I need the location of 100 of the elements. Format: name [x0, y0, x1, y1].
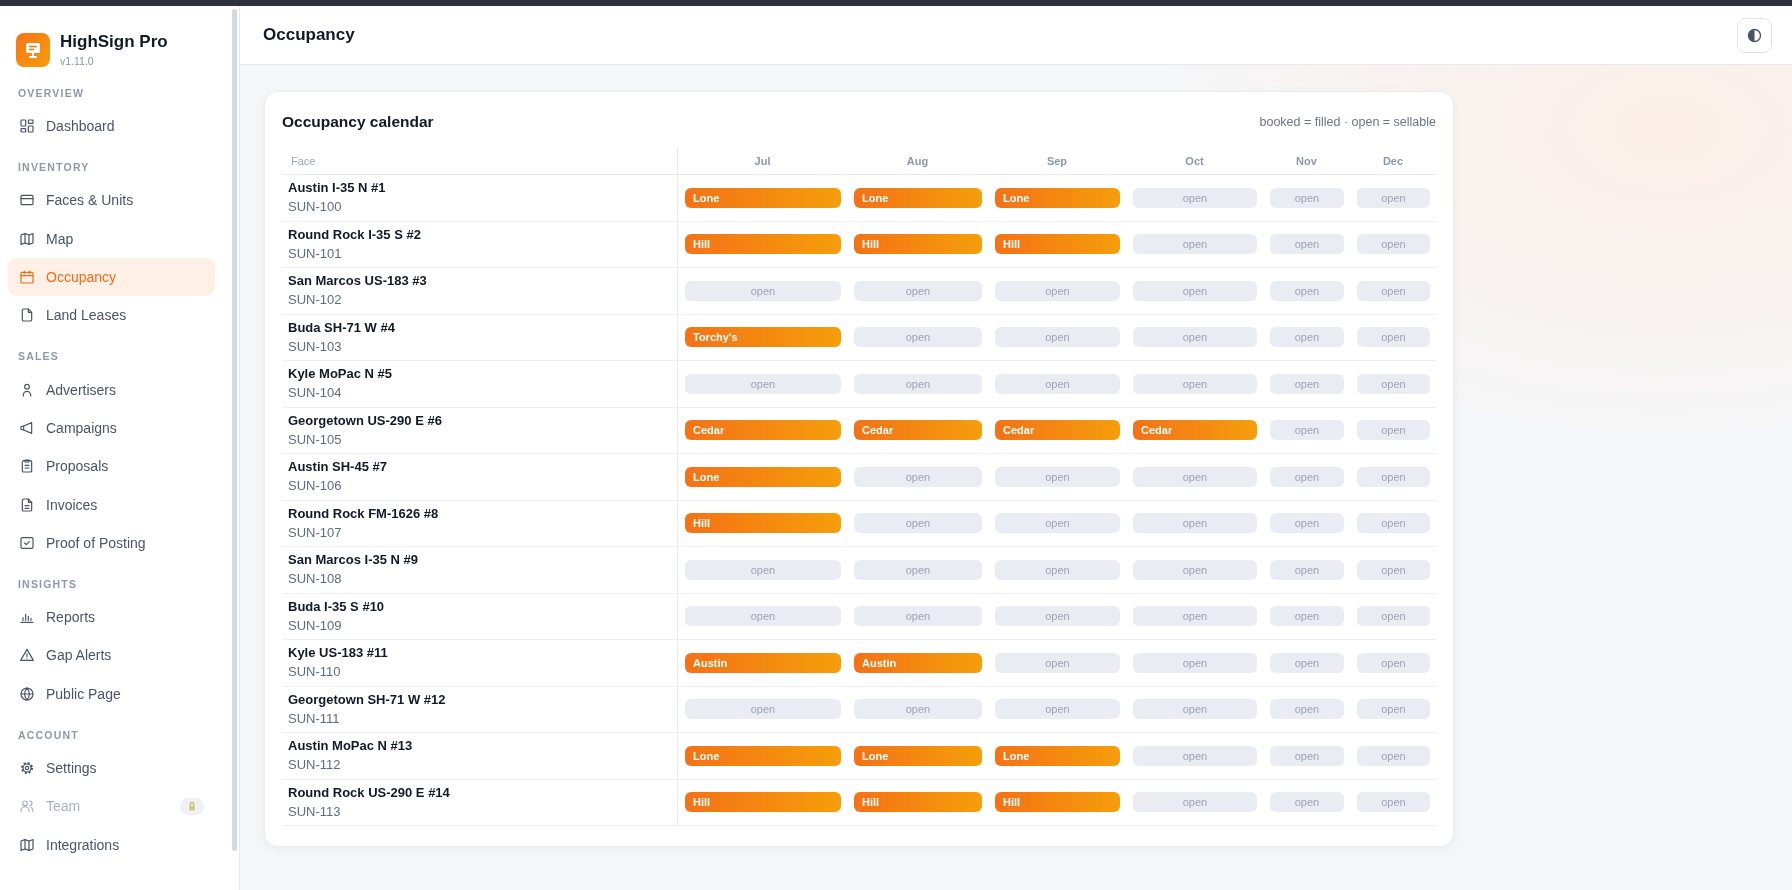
open-slot: open: [1133, 327, 1257, 348]
face-name: Kyle MoPac N #5: [288, 365, 393, 384]
nav-item[interactable]: Proof of Posting: [8, 523, 215, 562]
open-slot: open: [995, 327, 1120, 348]
open-slot: open: [1270, 652, 1344, 673]
open-slot: open: [1357, 466, 1430, 487]
open-slot: open: [1133, 234, 1257, 255]
open-slot: open: [1357, 420, 1430, 441]
nav-item[interactable]: Map: [8, 219, 215, 258]
map-icon: [19, 836, 35, 853]
booking-bar: Hill: [995, 234, 1120, 255]
open-slot: open: [1270, 792, 1344, 813]
section-heading: OVERVIEW: [18, 86, 84, 100]
open-slot: open: [1270, 234, 1344, 255]
face-code: SUN-102: [288, 291, 342, 310]
open-slot: open: [1133, 559, 1257, 580]
face-code: SUN-109: [288, 616, 342, 635]
booking-bar: Hill: [854, 792, 982, 813]
booking-bar: Hill: [995, 792, 1120, 813]
column-header: Jul: [754, 154, 771, 167]
face-code: SUN-113: [288, 802, 341, 821]
booking-bar: Torchy's: [685, 327, 841, 348]
calendar-icon: [19, 269, 35, 286]
face-name: Austin MoPac N #13: [288, 737, 413, 756]
face-code: SUN-106: [288, 477, 342, 496]
open-slot: open: [1357, 234, 1430, 255]
nav-item[interactable]: Advertisers: [8, 370, 215, 409]
nav-item[interactable]: Land Leases: [8, 296, 215, 335]
document-icon: [19, 307, 35, 324]
open-slot: open: [1270, 606, 1344, 627]
face-name: Austin SH-45 #7: [288, 458, 387, 477]
open-slot: open: [1270, 373, 1344, 394]
open-slot: open: [854, 466, 982, 487]
face-name: Round Rock FM-1626 #8: [288, 504, 439, 523]
app-version: v1.11.0: [60, 54, 94, 68]
open-slot: open: [995, 559, 1120, 580]
booking-bar: Austin: [685, 652, 841, 673]
section-heading: INVENTORY: [18, 160, 90, 175]
open-slot: open: [1357, 280, 1430, 301]
theme-toggle-button[interactable]: [1737, 17, 1772, 53]
nav-item[interactable]: Settings: [8, 748, 215, 788]
open-slot: open: [1270, 513, 1344, 534]
column-header: Nov: [1296, 154, 1317, 167]
open-slot: open: [854, 327, 982, 348]
booking-bar: Hill: [854, 234, 982, 255]
open-slot: open: [995, 652, 1120, 673]
warning-icon: [19, 647, 35, 664]
nav-item[interactable]: Proposals: [8, 447, 215, 486]
booking-bar: Cedar: [685, 420, 841, 441]
open-slot: open: [1357, 745, 1430, 766]
page-title: Occupancy: [263, 25, 355, 45]
nav-item[interactable]: Faces & Units: [8, 181, 215, 220]
nav-item[interactable]: Integrations: [8, 825, 215, 864]
open-slot: open: [1133, 373, 1257, 394]
open-slot: open: [1270, 699, 1344, 720]
open-slot: open: [1133, 466, 1257, 487]
open-slot: open: [854, 559, 982, 580]
open-slot: open: [1270, 559, 1344, 580]
nav-item[interactable]: Campaigns: [8, 408, 215, 448]
face-code: SUN-112: [288, 756, 341, 775]
nav-item[interactable]: Reports: [8, 597, 215, 637]
face-code: SUN-100: [288, 198, 342, 217]
face-code: SUN-111: [288, 709, 340, 728]
column-header: Dec: [1382, 154, 1404, 167]
logo-icon: [16, 33, 50, 67]
open-slot: open: [995, 280, 1120, 301]
open-slot: open: [1357, 699, 1430, 720]
open-slot: open: [995, 513, 1120, 534]
booking-bar: Cedar: [1133, 420, 1257, 441]
nav-item[interactable]: Gap Alerts: [8, 636, 215, 675]
open-slot: open: [685, 559, 841, 580]
face-code: SUN-110: [288, 663, 341, 682]
open-slot: open: [1357, 792, 1430, 813]
face-code: SUN-103: [288, 337, 342, 356]
open-slot: open: [1133, 606, 1257, 627]
open-slot: open: [1357, 652, 1430, 673]
face-name: Round Rock I-35 S #2: [288, 225, 421, 244]
scrollbar[interactable]: [232, 9, 237, 851]
open-slot: open: [1133, 280, 1257, 301]
column-header: Oct: [1185, 154, 1204, 167]
card-title: Occupancy calendar: [282, 113, 434, 131]
open-slot: open: [1270, 466, 1344, 487]
booking-bar: Lone: [685, 187, 841, 208]
open-slot: open: [995, 373, 1120, 394]
column-header: Sep: [1046, 154, 1068, 167]
face-code: SUN-108: [288, 570, 342, 589]
booking-bar: Lone: [685, 745, 841, 766]
checked-box-icon: [19, 534, 35, 551]
section-heading: SALES: [18, 349, 59, 364]
section-heading: INSIGHTS: [18, 576, 78, 591]
nav-item[interactable]: Dashboard: [8, 107, 215, 146]
open-slot: open: [854, 373, 982, 394]
open-slot: open: [995, 699, 1120, 720]
face-name: Round Rock US-290 E #14: [288, 783, 450, 802]
open-slot: open: [685, 606, 841, 627]
nav-item[interactable]: Invoices: [8, 485, 215, 524]
nav-item[interactable]: Public Page: [8, 674, 215, 713]
open-slot: open: [854, 699, 982, 720]
booking-bar: Hill: [685, 234, 841, 255]
contrast-icon: [1747, 27, 1762, 43]
